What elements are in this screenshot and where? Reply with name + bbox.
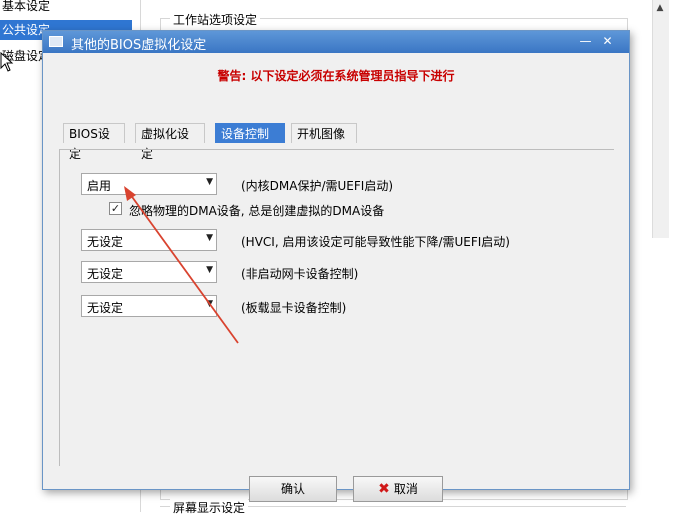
display-settings-label: 屏幕显示设定 [170, 499, 249, 516]
window-icon [49, 36, 63, 47]
dropdown-arrow-icon[interactable]: ▼ [206, 233, 213, 243]
confirm-button[interactable]: 确认 [249, 476, 337, 502]
dma-protection-description: (内核DMA保护/需UEFI启动) [241, 179, 394, 193]
tab-bios-settings[interactable]: BIOS设定 [63, 123, 125, 161]
close-icon[interactable]: ✕ [599, 34, 616, 49]
nic-control-select[interactable]: 无设定 ▼ [81, 261, 217, 283]
select-value: 启用 [87, 179, 112, 193]
select-value: 无设定 [87, 267, 124, 281]
dialog-titlebar[interactable]: 其他的BIOS虚拟化设定 — ✕ [43, 31, 629, 53]
nic-control-description: (非启动网卡设备控制) [241, 267, 359, 281]
minimize-icon[interactable]: — [577, 34, 594, 49]
dialog-body: 警告: 以下设定必须在系统管理员指导下进行 BIOS设定 虚拟化设定 设备控制 … [49, 57, 623, 502]
dropdown-arrow-icon[interactable]: ▼ [206, 177, 213, 187]
select-value: 无设定 [87, 235, 124, 249]
ignore-physical-dma-label[interactable]: 忽略物理的DMA设备, 总是创建虚拟的DMA设备 [129, 202, 384, 219]
background-scrollbar[interactable] [652, 0, 669, 238]
dropdown-arrow-icon[interactable]: ▼ [206, 299, 213, 309]
onboard-gpu-control-description: (板载显卡设备控制) [241, 301, 347, 315]
ignore-physical-dma-checkbox[interactable]: ✓ [109, 202, 122, 215]
scroll-up-icon[interactable]: ▲ [652, 0, 668, 16]
mouse-cursor-icon [0, 52, 14, 72]
tab-device-control[interactable]: 设备控制 [215, 123, 285, 143]
cancel-label: 取消 [393, 482, 418, 496]
hvci-select[interactable]: 无设定 ▼ [81, 229, 217, 251]
cancel-button[interactable]: ✖ 取消 [353, 476, 443, 502]
dialog-title: 其他的BIOS虚拟化设定 [71, 38, 207, 53]
dma-protection-select[interactable]: 启用 ▼ [81, 173, 217, 195]
onboard-gpu-control-select[interactable]: 无设定 ▼ [81, 295, 217, 317]
hvci-description: (HVCI, 启用该设定可能导致性能下降/需UEFI启动) [241, 235, 510, 249]
workstation-options-label: 工作站选项设定 [170, 11, 261, 28]
tab-virtualization-settings[interactable]: 虚拟化设定 [135, 123, 205, 161]
cancel-x-icon: ✖ [378, 481, 390, 497]
bios-virtualization-dialog: 其他的BIOS虚拟化设定 — ✕ 警告: 以下设定必须在系统管理员指导下进行 B… [42, 30, 630, 502]
select-value: 无设定 [87, 301, 124, 315]
dropdown-arrow-icon[interactable]: ▼ [206, 265, 213, 275]
tab-boot-image[interactable]: 开机图像 [291, 123, 357, 143]
warning-text: 警告: 以下设定必须在系统管理员指导下进行 [217, 69, 455, 83]
sidebar-item-basic[interactable]: 基本设定 [0, 0, 132, 16]
